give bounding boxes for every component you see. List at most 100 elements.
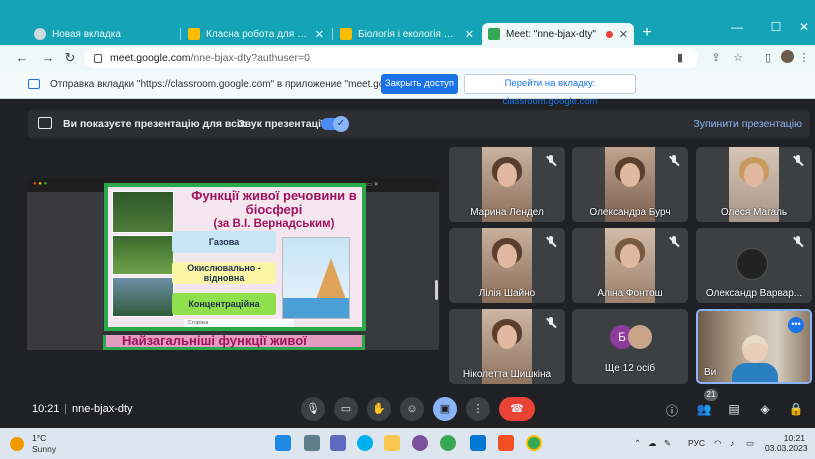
slide-title-line: Функції живої речовини в <box>191 188 357 203</box>
menu-kebab-icon[interactable]: ⋮ <box>796 50 812 66</box>
participant-avatar <box>628 325 652 349</box>
skype-icon[interactable] <box>357 435 373 451</box>
participant-name: Ніколетта Шишкіна <box>462 369 552 380</box>
presentation-audio-toggle[interactable]: ✓ <box>321 116 349 132</box>
tab-title: Новая вкладка <box>52 28 121 40</box>
more-participants-tile[interactable]: Б Ще 12 осіб <box>572 309 688 384</box>
mail-icon[interactable] <box>470 435 486 451</box>
chrome-active-icon[interactable] <box>526 435 542 451</box>
maximize-icon[interactable]: ☐ <box>765 20 787 34</box>
viber-icon[interactable] <box>412 435 428 451</box>
microphone-button[interactable]: 🎙 <box>301 397 325 421</box>
participant-tile[interactable]: Ніколетта Шишкіна <box>449 309 565 384</box>
store-icon[interactable] <box>498 435 514 451</box>
back-icon[interactable]: ← <box>14 50 30 66</box>
mic-off-icon <box>792 236 804 248</box>
tab-divider <box>332 28 333 40</box>
start-icon[interactable] <box>275 435 291 451</box>
present-now-button[interactable]: ▣ <box>433 397 457 421</box>
function-box-redox: Окислювально - відновна <box>172 262 276 284</box>
tab-divider <box>180 28 181 40</box>
browser-tab-strip: Новая вкладка Класна робота для курсу "Б… <box>0 0 815 45</box>
sharing-message: Отправка вкладки "https://classroom.goog… <box>50 79 437 90</box>
more-options-icon[interactable]: ••• <box>788 317 804 333</box>
function-box-gas: Газова <box>172 231 276 253</box>
participant-tile[interactable]: Лілія Шайно <box>449 228 565 303</box>
tab-close-icon[interactable]: ✕ <box>315 28 324 41</box>
tab-close-icon[interactable]: ✕ <box>619 28 628 41</box>
meeting-info-icon[interactable]: ⓘ <box>664 402 680 419</box>
teams-chat-icon[interactable] <box>330 435 346 451</box>
temperature: 1°C <box>32 433 47 443</box>
host-controls-icon[interactable]: 🔒 <box>788 402 804 416</box>
forward-icon[interactable]: → <box>40 50 56 66</box>
lock-icon <box>94 53 102 63</box>
more-participants-label: Ще 12 осіб <box>604 363 656 374</box>
battery-icon[interactable]: ▭ <box>746 438 754 449</box>
address-bar[interactable]: meet.google.com/nne-bjax-dty?authuser=0 <box>84 48 698 68</box>
slide-title: Функції живої речовини в біосфері (за В.… <box>184 189 364 231</box>
mic-off-icon <box>792 155 804 167</box>
participant-tile[interactable]: Марина Лендел <box>449 147 565 222</box>
tab-title: Класна робота для курсу "Б <box>206 28 309 40</box>
meet-icon <box>488 28 500 40</box>
classroom-icon <box>188 28 200 40</box>
camera-permission-icon[interactable]: ▮ <box>672 50 688 66</box>
recording-dot-icon <box>605 30 613 38</box>
chat-icon[interactable]: ▤ <box>726 402 742 416</box>
more-options-button[interactable]: ⋮ <box>466 397 490 421</box>
tab-new[interactable]: Новая вкладка <box>28 23 178 45</box>
bookmark-star-icon[interactable]: ☆ <box>730 50 746 66</box>
raise-hand-button[interactable]: ✋ <box>367 397 391 421</box>
cloud-icon[interactable]: ☁ <box>648 438 657 449</box>
people-icon[interactable]: 👥 <box>696 402 712 416</box>
participant-name: Олександр Варвар... <box>705 288 803 299</box>
weather-widget[interactable]: 1°C Sunny <box>10 433 70 455</box>
self-figure <box>742 335 768 363</box>
reload-icon[interactable]: ↻ <box>62 50 78 66</box>
sharing-infobar: Отправка вкладки "https://classroom.goog… <box>0 71 815 107</box>
side-panel-icon[interactable]: ▯ <box>760 50 776 66</box>
participant-tile[interactable]: Аліна Фонтош <box>572 228 688 303</box>
close-window-icon[interactable]: ✕ <box>793 20 815 34</box>
task-view-icon[interactable] <box>304 435 320 451</box>
camera-button[interactable]: ▭ <box>334 397 358 421</box>
share-icon[interactable]: ⇪ <box>708 50 724 66</box>
landscape-photo <box>112 235 174 275</box>
taskbar-clock[interactable]: 10:21 03.03.2023 <box>765 433 808 453</box>
presentation-audio-label: Звук презентації <box>238 118 324 130</box>
self-tile[interactable]: ••• Ви <box>696 309 812 384</box>
emoji-reactions-button[interactable]: ☺ <box>400 397 424 421</box>
next-slide-peek: Найзагальніші функції живої <box>103 333 365 350</box>
stop-presenting-button[interactable]: Зупинити презентацію <box>693 118 802 130</box>
minimize-icon[interactable]: — <box>726 20 748 34</box>
tray-chevron-icon[interactable]: ⌃ <box>634 438 641 449</box>
weather-condition: Sunny <box>32 444 57 454</box>
volume-icon[interactable]: ♪ <box>730 438 734 448</box>
leave-call-button[interactable]: ☎ <box>499 397 535 421</box>
profile-avatar[interactable] <box>779 50 795 66</box>
participant-tile[interactable]: Олександра Бурч <box>572 147 688 222</box>
meeting-time: 10:21 <box>32 403 60 415</box>
new-tab-button[interactable]: + <box>638 24 656 42</box>
file-explorer-icon[interactable] <box>384 435 400 451</box>
tab-close-icon[interactable]: ✕ <box>465 28 474 41</box>
video-figure <box>497 325 517 349</box>
language-indicator[interactable]: РУС <box>688 438 705 448</box>
stop-sharing-button[interactable]: Закрыть доступ <box>381 74 458 94</box>
activities-icon[interactable]: ◈ <box>757 402 773 416</box>
participant-tile[interactable]: Олександр Варвар... <box>696 228 812 303</box>
chrome-icon[interactable] <box>440 435 456 451</box>
tab-meet[interactable]: Meet: "nne-bjax-dty" ✕ <box>482 23 634 45</box>
tab-classroom-course[interactable]: Класна робота для курсу "Б ✕ <box>182 23 330 45</box>
pen-icon[interactable]: ✎ <box>664 438 671 449</box>
meet-control-bar: 10:21 | nne-bjax-dty 🎙 ▭ ✋ ☺ ▣ ⋮ ☎ ⓘ 👥 ▤… <box>0 390 815 428</box>
wifi-icon[interactable]: ◠ <box>714 438 721 449</box>
tab-biology-class[interactable]: Біологія і екологія ПВ-18 (2022- ✕ <box>334 23 480 45</box>
tab-title: Meet: "nne-bjax-dty" <box>506 28 596 40</box>
sun-icon <box>10 437 24 451</box>
switch-to-tab-button[interactable]: Перейти на вкладку: classroom.google.com <box>464 74 636 107</box>
scrollbar-thumb[interactable] <box>435 280 438 300</box>
video-figure <box>620 244 640 268</box>
participant-tile[interactable]: Олеся Магаль <box>696 147 812 222</box>
